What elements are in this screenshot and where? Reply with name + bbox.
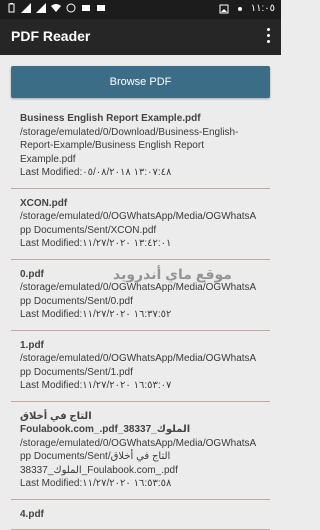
file-list-item[interactable]: 0.pdf /storage/emulated/0/OGWhatsApp/Med…	[11, 260, 270, 331]
file-modified: Last Modified:١٣:٤٢:٠١ ١١/٢٧/٢٠٢٠	[20, 237, 261, 251]
file-name: التاج في أخلاق الملوك_38337_Foulabook.co…	[20, 410, 261, 437]
wifi-icon	[51, 3, 61, 13]
file-list-item[interactable]: 1.pdf /storage/emulated/0/OGWhatsApp/Med…	[11, 331, 270, 402]
file-modified: Last Modified:١٦:٥٣:٥٨ ١١/٢٧/٢٠٢٠	[20, 477, 261, 491]
signal-icon	[21, 3, 31, 13]
file-path: /storage/emulated/0/OGWhatsApp/Media/OGW…	[20, 352, 261, 379]
file-list-item[interactable]: التاج في أخلاق الملوك_38337_Foulabook.co…	[11, 402, 270, 500]
file-path: /storage/emulated/0/OGWhatsApp/Media/OGW…	[20, 210, 261, 237]
app-bar: PDF Reader	[0, 19, 281, 55]
file-list-item[interactable]: XCON.pdf /storage/emulated/0/OGWhatsApp/…	[11, 189, 270, 260]
file-name: 1.pdf	[20, 339, 261, 353]
status-bar: ١١:٠٥	[0, 0, 281, 19]
status-left-icons	[6, 3, 106, 13]
file-list-item[interactable]: Business English Report Example.pdf /sto…	[11, 104, 270, 189]
app-title: PDF Reader	[11, 28, 90, 44]
file-modified: Last Modified:١٣:٠٧:٤٨ ٠٥/٠٨/٢٠١٨	[20, 166, 261, 180]
file-name: Business English Report Example.pdf	[20, 112, 261, 126]
whatsapp-icon	[66, 3, 76, 13]
chat-icon	[96, 3, 106, 13]
file-path: /storage/emulated/0/Download/Business-En…	[20, 126, 261, 167]
file-path: /storage/emulated/0/OGWhatsApp/Media/OGW…	[20, 437, 261, 478]
file-name: XCON.pdf	[20, 197, 261, 211]
more-vert-icon[interactable]	[265, 28, 271, 44]
status-right-icons: ١١:٠٥	[219, 3, 275, 14]
file-list-item[interactable]: 4.pdf	[11, 500, 270, 530]
file-name: 4.pdf	[20, 508, 261, 522]
file-modified: Last Modified:١٦:٥٣:٠٧ ١١/٢٧/٢٠٢٠	[20, 379, 261, 393]
file-list: Business English Report Example.pdf /sto…	[11, 104, 270, 530]
battery-icon	[6, 3, 16, 13]
file-name: 0.pdf	[20, 268, 261, 282]
browse-pdf-button[interactable]: Browse PDF	[11, 66, 270, 98]
file-path: /storage/emulated/0/OGWhatsApp/Media/OGW…	[20, 281, 261, 308]
status-time: ١١:٠٥	[251, 3, 275, 14]
dot-icon	[235, 4, 245, 14]
signal-icon	[36, 3, 46, 13]
image-icon	[219, 4, 229, 14]
chat-icon	[81, 3, 91, 13]
file-modified: Last Modified:١٦:٣٧:٥٢ ١١/٢٧/٢٠٢٠	[20, 308, 261, 322]
